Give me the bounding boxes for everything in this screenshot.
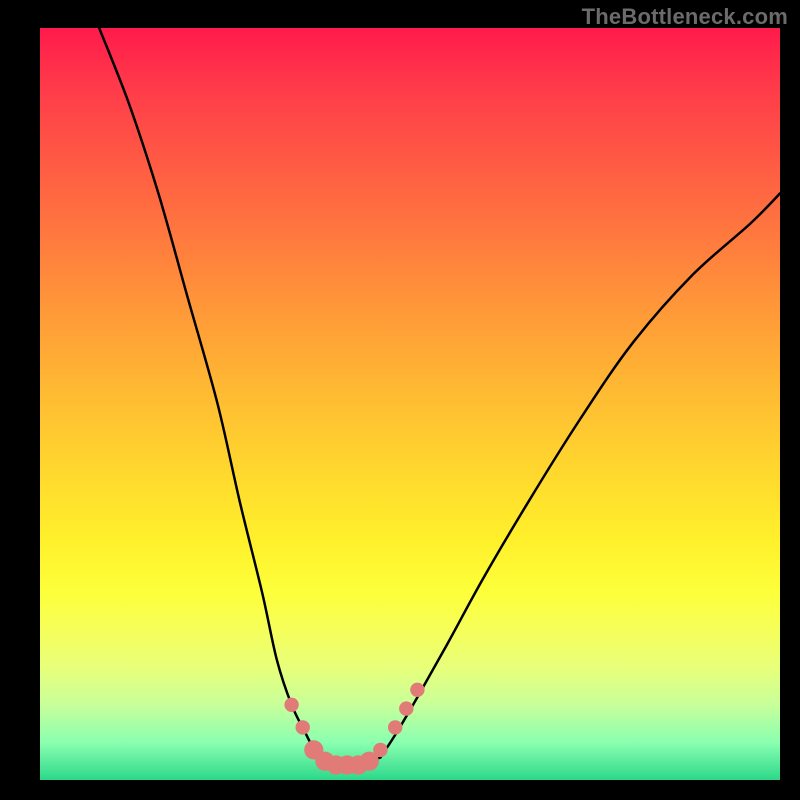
accent-dot — [399, 701, 413, 715]
plot-area — [40, 28, 780, 780]
curve-group — [99, 28, 780, 766]
accent-dot — [373, 743, 387, 757]
accent-dot — [284, 698, 298, 712]
chart-svg — [40, 28, 780, 780]
watermark-text: TheBottleneck.com — [582, 4, 788, 30]
marker-group — [284, 683, 424, 775]
accent-dot — [410, 683, 424, 697]
accent-dot — [388, 720, 402, 734]
accent-dot — [296, 720, 310, 734]
chart-frame: TheBottleneck.com — [0, 0, 800, 800]
curve-right — [380, 193, 780, 757]
curve-left — [99, 28, 317, 757]
